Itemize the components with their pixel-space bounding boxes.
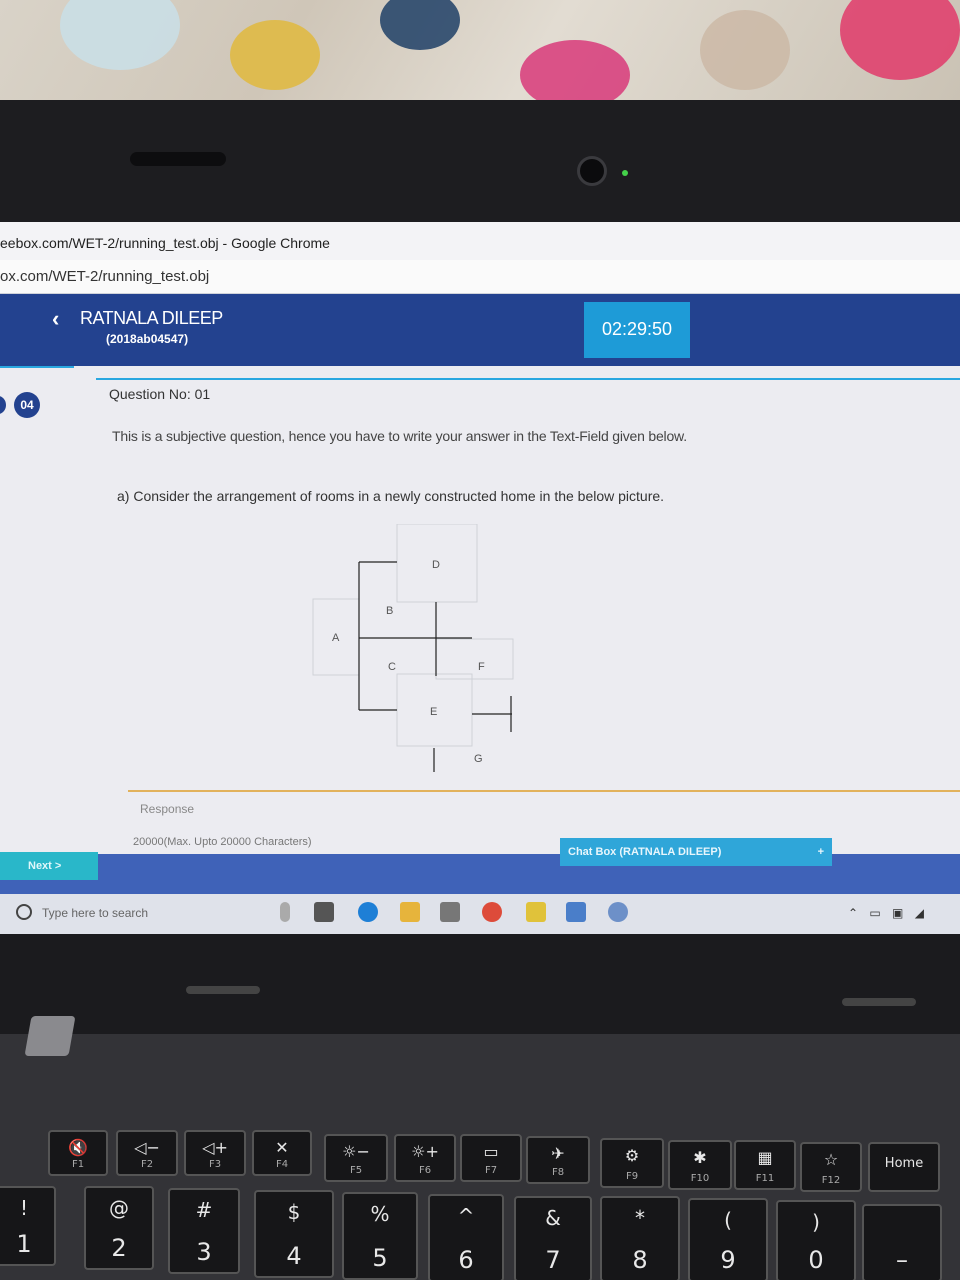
key-f7[interactable]: ▭ F7 <box>460 1134 522 1182</box>
key-label: F12 <box>821 1175 841 1186</box>
key-home[interactable]: Home <box>868 1142 940 1192</box>
expand-icon[interactable]: + <box>818 838 824 866</box>
key-3[interactable]: #3 <box>168 1188 240 1274</box>
key-4[interactable]: $4 <box>254 1190 334 1278</box>
response-label: Response <box>140 802 195 816</box>
sticky-notes-icon[interactable] <box>526 902 546 922</box>
webcam <box>577 156 607 186</box>
question-hint: This is a subjective question, hence you… <box>112 428 687 444</box>
key-9[interactable]: (9 <box>688 1198 768 1280</box>
key-f2[interactable]: ◁− F2 <box>116 1130 178 1176</box>
key-8[interactable]: * 8 <box>600 1196 680 1280</box>
hinge-latch <box>24 1016 76 1056</box>
key-7[interactable]: & 7 <box>514 1196 592 1280</box>
app-header: ‹ RATNALA DILEEP (2018ab04547) 02:29:50 <box>0 294 960 366</box>
key-label: F9 <box>625 1171 639 1182</box>
key-f3[interactable]: ◁+ F3 <box>184 1130 246 1176</box>
room-f-box <box>435 638 514 680</box>
question-badge[interactable]: 04 <box>14 392 40 418</box>
user-name: RATNALA DILEEP <box>80 308 223 328</box>
key-f6[interactable]: ☼+ F6 <box>394 1134 456 1182</box>
laptop-bezel-bottom <box>0 934 960 1034</box>
key-f10[interactable]: ✱ F10 <box>668 1140 732 1190</box>
key-f4[interactable]: ✕ F4 <box>252 1130 312 1176</box>
hinge <box>186 986 260 994</box>
key-f5[interactable]: ☼− F5 <box>324 1134 388 1182</box>
key-6[interactable]: ^ 6 <box>428 1194 504 1280</box>
key-f1[interactable]: 🔇 F1 <box>48 1130 108 1176</box>
window-title: eebox.com/WET-2/running_test.obj - Googl… <box>0 235 330 251</box>
room-label-a: A <box>332 632 340 644</box>
task-view-icon[interactable] <box>314 902 334 922</box>
key-5[interactable]: % 5 <box>342 1192 418 1280</box>
taskbar-search-input[interactable]: Type here to search <box>42 906 148 920</box>
back-chevron-icon[interactable]: ‹ <box>52 306 59 332</box>
address-bar[interactable]: ox.com/WET-2/running_test.obj <box>0 260 960 294</box>
room-label-b: B <box>386 605 393 617</box>
key-label: F5 <box>349 1165 363 1176</box>
key-label: F3 <box>208 1159 222 1170</box>
key-2[interactable]: @2 <box>84 1186 154 1270</box>
question-number: Question No: 01 <box>109 386 211 402</box>
question-text: a) Consider the arrangement of rooms in … <box>117 488 665 504</box>
room-layout-diagram: A B C D E F G <box>312 524 514 772</box>
key-label: F8 <box>551 1167 565 1178</box>
response-divider <box>128 790 960 792</box>
chat-box-button[interactable]: Chat Box (RATNALA DILEEP) + <box>560 838 832 866</box>
chat-box-label: Chat Box (RATNALA DILEEP) <box>568 846 722 858</box>
app-icon[interactable] <box>566 902 586 922</box>
key-f11[interactable]: ▦ F11 <box>734 1140 796 1190</box>
question-badge-prev[interactable] <box>0 396 6 414</box>
key-label: F10 <box>690 1173 710 1184</box>
key-label: F11 <box>755 1173 775 1184</box>
question-panel: 04 Question No: 01 This is a subjective … <box>0 366 960 856</box>
next-button[interactable]: Next > <box>0 852 98 880</box>
room-label-g: G <box>474 753 483 765</box>
user-id: (2018ab04547) <box>106 332 189 346</box>
app-icon[interactable] <box>608 902 628 922</box>
room-label-e: E <box>430 706 437 718</box>
room-label-f: F <box>478 661 485 673</box>
windows-taskbar: Type here to search ⌃ ▭ ▣ ◢ <box>0 894 960 934</box>
key-f9[interactable]: ⚙ F9 <box>600 1138 664 1188</box>
webcam-led <box>622 170 628 176</box>
file-explorer-icon[interactable] <box>400 902 420 922</box>
system-tray[interactable]: ⌃ ▭ ▣ ◢ <box>848 906 928 920</box>
character-limit: 20000(Max. Upto 20000 Characters) <box>133 836 312 848</box>
key-0[interactable]: ) 0 <box>776 1200 856 1280</box>
store-icon[interactable] <box>440 902 460 922</box>
key-f12[interactable]: ☆ F12 <box>800 1142 862 1192</box>
accent-divider <box>0 366 74 368</box>
key-f8[interactable]: ✈ F8 <box>526 1136 590 1184</box>
edge-browser-icon[interactable] <box>358 902 378 922</box>
key-1[interactable]: ! 1 <box>0 1186 56 1266</box>
key-label: F7 <box>484 1165 498 1176</box>
url-text[interactable]: ox.com/WET-2/running_test.obj <box>0 268 209 285</box>
accent-divider <box>96 378 960 380</box>
key-label: F1 <box>71 1159 85 1170</box>
search-icon[interactable] <box>16 904 32 920</box>
chrome-icon[interactable] <box>482 902 502 922</box>
microphone-icon[interactable] <box>280 902 290 922</box>
key-label: F2 <box>140 1159 154 1170</box>
room-label-c: C <box>388 661 396 673</box>
key-label: F6 <box>418 1165 432 1176</box>
room-label-d: D <box>432 559 440 571</box>
screen: eebox.com/WET-2/running_test.obj - Googl… <box>0 222 960 934</box>
countdown-timer: 02:29:50 <box>584 302 690 358</box>
bezel-bump <box>130 152 226 166</box>
key-label: F4 <box>275 1159 289 1170</box>
key-minus[interactable]: – <box>862 1204 942 1280</box>
hinge <box>842 998 916 1006</box>
browser-titlebar: eebox.com/WET-2/running_test.obj - Googl… <box>0 222 960 260</box>
